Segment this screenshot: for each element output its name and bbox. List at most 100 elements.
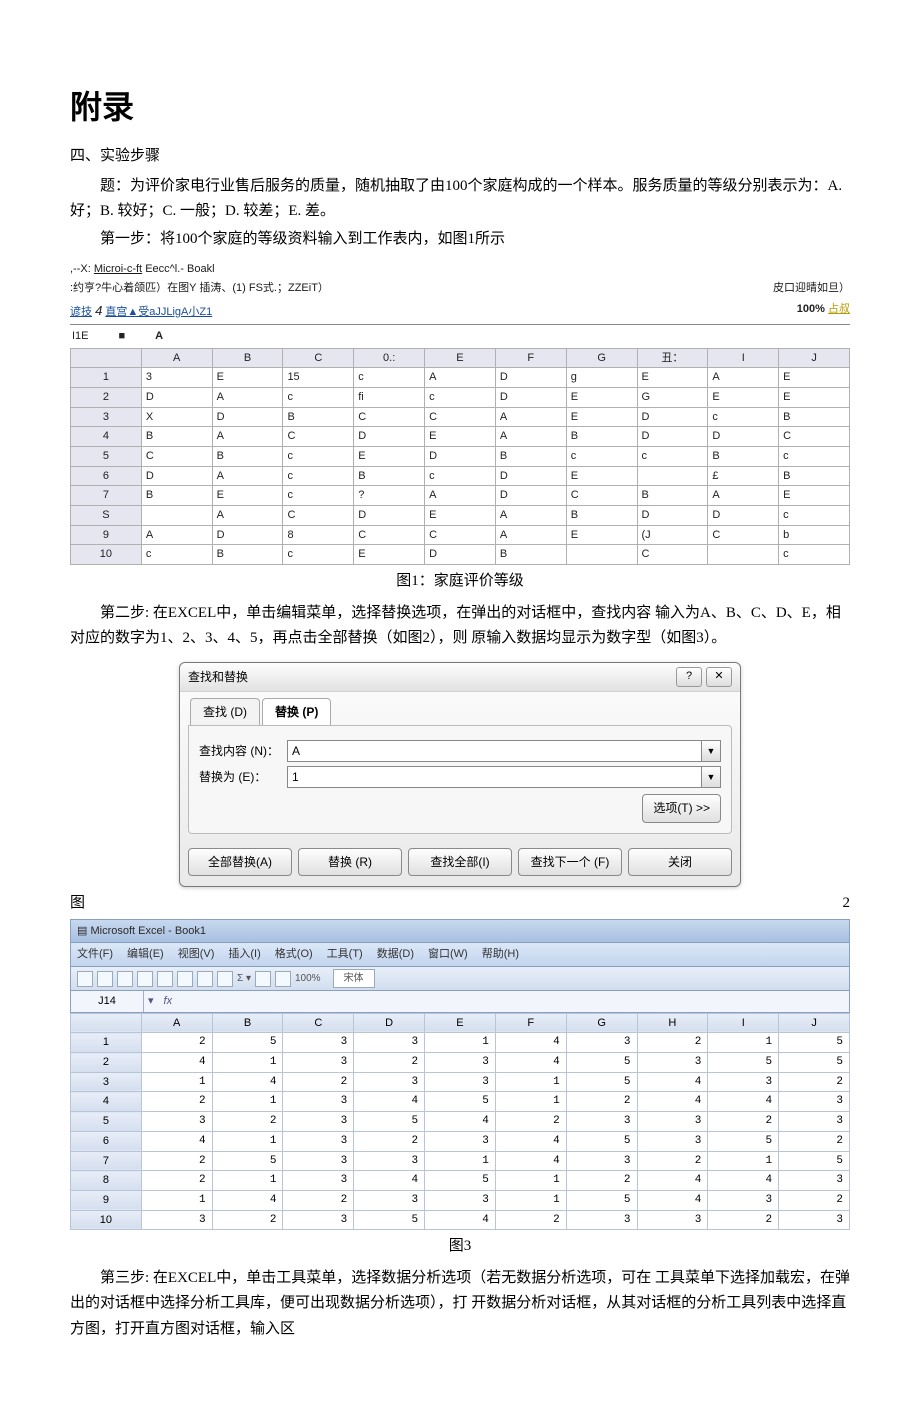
cell: B [283,407,354,427]
excel-menubar[interactable]: 文件(F) 编辑(E) 视图(V) 插入(I) 格式(O) 工具(T) 数据(D) 窗口(W)… [70,943,850,967]
row-header: 5 [71,446,142,466]
row-header: 3 [71,1072,142,1092]
excel-toolbar[interactable]: Σ ▾ 100% 宋体 [70,967,850,991]
column-header: B [212,1013,283,1033]
column-header: C [283,348,354,368]
fx-icon[interactable]: fx [158,991,179,1012]
menu-item[interactable]: 格式(O) [275,945,313,964]
table-row: 10cBcEDBCc [71,545,850,565]
cell: D [637,407,708,427]
toolbar-icon[interactable] [275,971,291,987]
cell: 2 [566,1171,637,1191]
menu-item[interactable]: 插入(I) [228,945,260,964]
cell: 3 [354,1190,425,1210]
step3-paragraph: 第三步: 在EXCEL中，单击工具菜单，选择数据分析选项（若无数据分析选项，可在… [70,1266,850,1343]
cell: E [566,407,637,427]
cell: b [779,525,850,545]
close-button[interactable]: 关闭 [628,848,732,876]
tab-find[interactable]: 查找 (D) [190,698,260,725]
step2-paragraph: 第二步: 在EXCEL中，单击编辑菜单，选择替换选项，在弹出的对话框中，查找内容… [70,601,850,652]
find-all-button[interactable]: 查找全部(I) [408,848,512,876]
table-row: 2DAcficDEGEE [71,387,850,407]
fig1-fx-value: A [155,327,163,346]
excel-font[interactable]: 宋体 [333,969,375,988]
cell: E [779,387,850,407]
fig3-table: ABCDEFGHIJ 12533143215241323453553142331… [70,1013,850,1231]
find-input[interactable]: A [287,740,702,762]
namebox-dropdown-icon[interactable]: ▾ [144,992,158,1011]
menu-item[interactable]: 数据(D) [377,945,414,964]
column-header: B [212,348,283,368]
excel-app-title: Microsoft Excel - Book1 [90,925,206,937]
menu-item[interactable]: 帮助(H) [482,945,519,964]
table-row: 64132345352 [71,1131,850,1151]
cell: c [283,545,354,565]
excel-zoom[interactable]: 100% [295,970,321,987]
fig1-namebox: I1E [72,327,89,346]
table-row: 103235423323 [71,1210,850,1230]
cell: 2 [637,1151,708,1171]
cell: 1 [212,1092,283,1112]
replace-button[interactable]: 替换 (R) [298,848,402,876]
replace-input[interactable]: 1 [287,766,702,788]
find-dropdown-icon[interactable]: ▼ [702,740,721,762]
cell: 2 [212,1210,283,1230]
cell: E [566,466,637,486]
toolbar-icon[interactable] [77,971,93,987]
cell: E [566,387,637,407]
toolbar-icon[interactable] [177,971,193,987]
cell: 15 [283,368,354,388]
column-header: F [495,348,566,368]
cell: 3 [566,1033,637,1053]
help-button[interactable]: ? [676,667,702,687]
toolbar-icon[interactable] [97,971,113,987]
menu-item[interactable]: 窗口(W) [428,945,468,964]
toolbar-icon[interactable] [117,971,133,987]
cell: 4 [637,1092,708,1112]
toolbar-icon[interactable] [217,971,233,987]
options-button[interactable]: 选项(T) >> [642,794,721,822]
cell: D [495,486,566,506]
cell: 3 [425,1190,496,1210]
toolbar-icon[interactable] [157,971,173,987]
excel-cell-reference[interactable]: J14 [71,991,144,1012]
cell: B [354,466,425,486]
table-row: 9AD8CCAE(JCb [71,525,850,545]
cell: A [708,486,779,506]
fig1-line3-right: 占叔 [828,303,850,315]
cell: 4 [212,1190,283,1210]
row-header: 4 [71,427,142,447]
cell: E [779,368,850,388]
toolbar-icon[interactable] [137,971,153,987]
close-window-button[interactable]: ✕ [706,667,732,687]
cell: C [425,525,496,545]
row-header: S [71,506,142,526]
cell: B [212,545,283,565]
table-row: 7BEc?ADCBAE [71,486,850,506]
replace-dropdown-icon[interactable]: ▼ [702,766,721,788]
cell: 3 [779,1112,850,1132]
replace-all-button[interactable]: 全部替换(A) [188,848,292,876]
cell: 5 [425,1171,496,1191]
column-header: D [354,1013,425,1033]
cell: c [141,545,212,565]
find-next-button[interactable]: 查找下一个 (F) [518,848,622,876]
cell: 2 [779,1131,850,1151]
row-header: 4 [71,1092,142,1112]
column-header: E [425,1013,496,1033]
toolbar-icon[interactable] [197,971,213,987]
cell: fi [354,387,425,407]
column-header: J [779,348,850,368]
cell: 8 [283,525,354,545]
menu-item[interactable]: 工具(T) [327,945,363,964]
tab-replace[interactable]: 替换 (P) [262,698,331,725]
cell: E [425,427,496,447]
toolbar-icon[interactable] [255,971,271,987]
cell: D [212,407,283,427]
menu-item[interactable]: 视图(V) [178,945,215,964]
menu-item[interactable]: 编辑(E) [127,945,164,964]
cell: 5 [779,1053,850,1073]
cell: B [779,466,850,486]
menu-item[interactable]: 文件(F) [77,945,113,964]
row-header: 7 [71,486,142,506]
